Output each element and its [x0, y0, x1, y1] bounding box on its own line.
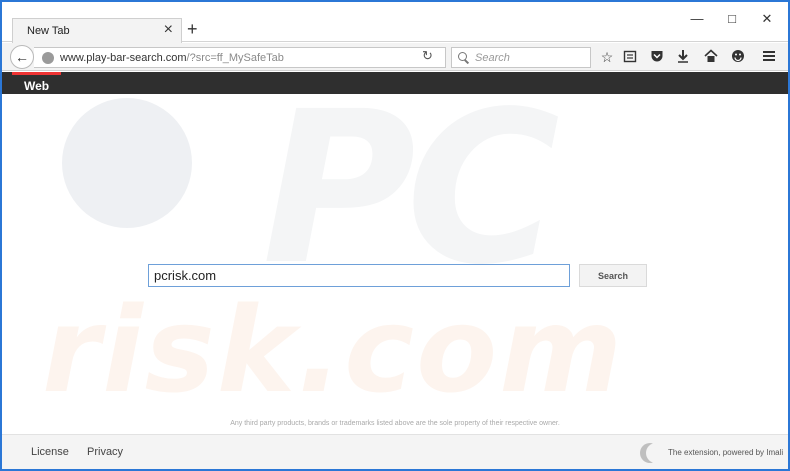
- home-icon[interactable]: [703, 49, 719, 65]
- url-bar[interactable]: www.play-bar-search.com/?src=ff_MySafeTa…: [34, 47, 446, 68]
- new-tab-button[interactable]: +: [187, 19, 198, 39]
- star-icon[interactable]: ☆: [599, 49, 615, 65]
- maximize-button[interactable]: □: [722, 12, 742, 26]
- reload-icon[interactable]: ↻: [422, 48, 433, 64]
- tab-close-icon[interactable]: ×: [164, 22, 173, 38]
- disclaimer-text: Any third party products, brands or trad…: [230, 420, 560, 427]
- globe-icon: [42, 51, 54, 64]
- url-path: /?src=ff_MySafeTab: [186, 51, 284, 64]
- back-arrow-icon: ←: [15, 49, 29, 65]
- web-tab[interactable]: Web: [12, 72, 62, 94]
- smiley-icon[interactable]: [730, 49, 746, 65]
- reading-list-icon[interactable]: [622, 49, 638, 65]
- download-icon[interactable]: [675, 49, 691, 65]
- moon-logo-icon: [640, 443, 666, 463]
- pocket-icon[interactable]: [649, 49, 665, 65]
- close-window-button[interactable]: ✕: [757, 12, 777, 26]
- privacy-link[interactable]: Privacy: [87, 446, 123, 458]
- search-button[interactable]: Search: [579, 264, 647, 287]
- license-link[interactable]: License: [31, 446, 69, 458]
- title-bar: New Tab × + — □ ✕: [2, 2, 788, 43]
- watermark-magnifier: [62, 98, 192, 228]
- browser-search-input[interactable]: Search: [451, 47, 591, 68]
- powered-by-text: The extension, powered by Imali: [668, 448, 784, 457]
- main-content: PC risk.com Search Any third party produ…: [2, 94, 788, 434]
- browser-window: New Tab × + — □ ✕ www.play-bar-search.co…: [0, 0, 790, 471]
- back-button[interactable]: ←: [10, 45, 34, 69]
- hamburger-menu-icon[interactable]: [761, 49, 777, 65]
- minimize-button[interactable]: —: [687, 12, 707, 26]
- navigation-bar: www.play-bar-search.com/?src=ff_MySafeTa…: [2, 43, 788, 71]
- url-host: www.play-bar-search.com: [60, 51, 187, 64]
- footer: License Privacy The extension, powered b…: [2, 434, 788, 469]
- search-icon: [458, 51, 470, 64]
- tab-new-tab[interactable]: New Tab ×: [12, 18, 182, 43]
- tab-title: New Tab: [27, 25, 70, 37]
- main-search-input[interactable]: [148, 264, 570, 287]
- browser-search-placeholder: Search: [475, 51, 510, 64]
- watermark-risk: risk.com: [42, 281, 625, 419]
- web-menu-bar: Web: [2, 72, 788, 94]
